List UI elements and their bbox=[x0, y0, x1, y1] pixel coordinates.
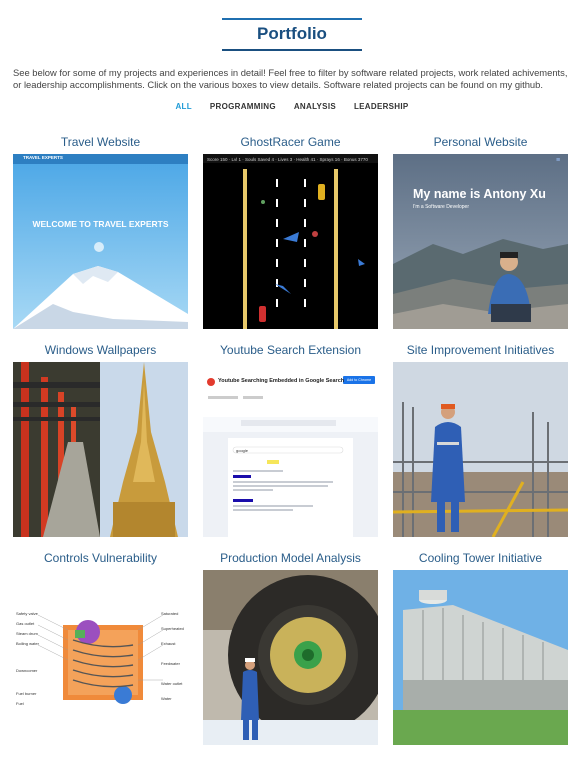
filter-all[interactable]: ALL bbox=[175, 102, 191, 111]
travel-banner-text: WELCOME TO TRAVEL EXPERTS bbox=[32, 219, 169, 229]
card-personal-website[interactable]: Personal Website ≡ My name is Antony Xu … bbox=[393, 134, 568, 329]
card-title: Personal Website bbox=[433, 135, 528, 149]
intro-text: See below for some of my projects and ex… bbox=[13, 67, 568, 90]
controls-vulnerability-thumbnail[interactable]: Safety valve Gas outlet Steam drum Boiling… bbox=[13, 570, 188, 745]
personal-subline: I'm a Software Developer bbox=[413, 204, 469, 210]
travel-nav-label: TRAVEL EXPERTS bbox=[23, 155, 63, 160]
svg-text:Gas outlet: Gas outlet bbox=[16, 621, 35, 626]
svg-text:≡: ≡ bbox=[556, 157, 560, 164]
play-icon[interactable] bbox=[94, 242, 104, 252]
extension-name: Youtube Searching Embedded in Google Sea… bbox=[218, 378, 345, 384]
card-windows-wallpapers[interactable]: Windows Wallpapers bbox=[13, 342, 188, 537]
portfolio-header: Portfolio bbox=[222, 18, 362, 51]
production-model-thumbnail[interactable] bbox=[203, 570, 378, 745]
card-title: Production Model Analysis bbox=[220, 551, 361, 565]
card-controls-vulnerability[interactable]: Controls Vulnerability Safety valve Gas o… bbox=[13, 550, 188, 745]
card-title: Windows Wallpapers bbox=[44, 343, 157, 357]
svg-text:Fuel: Fuel bbox=[16, 701, 24, 706]
personal-headline: My name is Antony Xu bbox=[413, 187, 546, 201]
card-travel-website[interactable]: Travel Website TRAVEL EXPERTS WELCOME TO… bbox=[13, 134, 188, 329]
search-query: google bbox=[236, 448, 249, 453]
wallpapers-thumbnail[interactable] bbox=[13, 362, 188, 537]
svg-text:Score 150 · Lvl 1 · Souls Save: Score 150 · Lvl 1 · Souls Saved 4 · Live… bbox=[207, 157, 368, 162]
svg-text:Superheated: Superheated bbox=[161, 626, 184, 631]
site-improvement-thumbnail[interactable] bbox=[393, 362, 568, 537]
svg-text:Feedwater: Feedwater bbox=[161, 661, 181, 666]
ghostracer-thumbnail[interactable]: Score 150 · Lvl 1 · Souls Saved 4 · Live… bbox=[203, 154, 378, 329]
card-title: Controls Vulnerability bbox=[44, 551, 157, 565]
card-title: Cooling Tower Initiative bbox=[418, 551, 543, 565]
card-title: Youtube Search Extension bbox=[220, 343, 361, 357]
youtube-extension-thumbnail[interactable]: Youtube Searching Embedded in Google Sea… bbox=[203, 362, 378, 537]
svg-text:Downcomer: Downcomer bbox=[16, 668, 38, 673]
svg-text:Steam drum: Steam drum bbox=[16, 631, 38, 636]
svg-text:Boiling water: Boiling water bbox=[16, 641, 40, 646]
filter-programming[interactable]: PROGRAMMING bbox=[210, 102, 276, 111]
filter-leadership[interactable]: LEADERSHIP bbox=[354, 102, 409, 111]
card-production-model[interactable]: Production Model Analysis bbox=[203, 550, 378, 745]
travel-website-thumbnail[interactable]: TRAVEL EXPERTS WELCOME TO TRAVEL EXPERTS bbox=[13, 154, 188, 329]
cooling-tower-thumbnail[interactable] bbox=[393, 570, 568, 745]
svg-text:Water outlet: Water outlet bbox=[161, 681, 183, 686]
svg-text:Safety valve: Safety valve bbox=[16, 611, 39, 616]
title-bottom-rule bbox=[222, 49, 362, 51]
card-title: Travel Website bbox=[60, 135, 141, 149]
page-title: Portfolio bbox=[257, 24, 327, 43]
card-title: Site Improvement Initiatives bbox=[406, 343, 555, 357]
filter-bar: ALL PROGRAMMING ANALYSIS LEADERSHIP bbox=[0, 102, 584, 111]
card-ghostracer-game[interactable]: GhostRacer Game Score 150 · Lvl 1 · Soul… bbox=[203, 134, 378, 329]
card-cooling-tower[interactable]: Cooling Tower Initiative bbox=[393, 550, 568, 745]
svg-text:Saturated: Saturated bbox=[161, 611, 178, 616]
card-site-improvement[interactable]: Site Improvement Initiatives bbox=[393, 342, 568, 537]
svg-text:Fuel burner: Fuel burner bbox=[16, 691, 37, 696]
personal-website-thumbnail[interactable]: ≡ My name is Antony Xu I'm a Software De… bbox=[393, 154, 568, 329]
filter-analysis[interactable]: ANALYSIS bbox=[294, 102, 336, 111]
title-top-rule bbox=[222, 18, 362, 20]
add-to-chrome-button[interactable]: Add to Chrome bbox=[343, 377, 375, 384]
svg-text:Water: Water bbox=[161, 696, 172, 701]
card-youtube-search-extension[interactable]: Youtube Search Extension Youtube Searchi… bbox=[203, 342, 378, 537]
card-title: GhostRacer Game bbox=[240, 135, 341, 149]
svg-text:Exhaust: Exhaust bbox=[161, 641, 176, 646]
